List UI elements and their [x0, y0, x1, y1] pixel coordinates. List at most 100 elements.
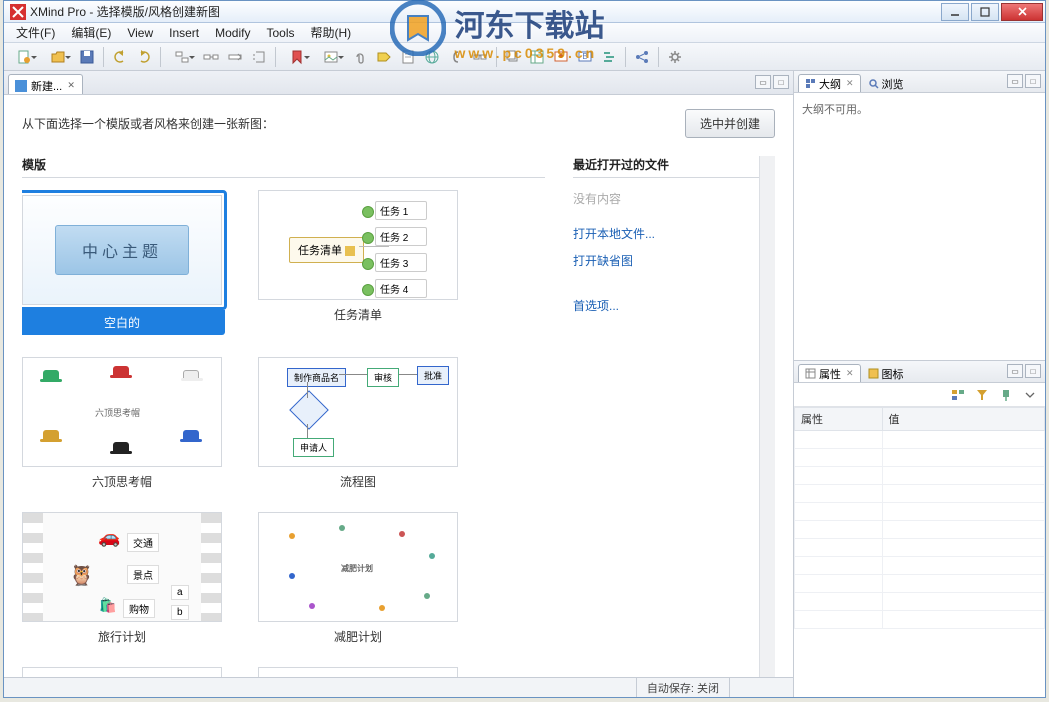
templates-section-title: 模版 [22, 156, 545, 178]
property-column: 属性 [795, 408, 883, 431]
editor-tab-strip: 新建... ✕ ▭ □ [4, 71, 793, 95]
hyperlink-button[interactable] [421, 46, 443, 68]
close-button[interactable] [1001, 3, 1043, 21]
summary-button[interactable] [445, 46, 467, 68]
template-blank[interactable]: 中心主题 空白的 [22, 190, 222, 335]
outline-unavailable-text: 大纲不可用。 [802, 104, 868, 116]
minimize-panel-button[interactable]: ▭ [1007, 364, 1023, 378]
sheet-button[interactable] [526, 46, 548, 68]
application-window: XMind Pro - 选择模版/风格创建新图 文件(F) 编辑(E) View… [3, 0, 1046, 698]
recent-section-title: 最近打开过的文件 [573, 156, 759, 178]
preferences-button[interactable] [664, 46, 686, 68]
outline-tabstrip: 大纲 ✕ 浏览 ▭ □ [794, 71, 1045, 93]
open-local-link[interactable]: 打开本地文件... [573, 225, 759, 242]
templates-grid: 中心主题 空白的 任务清单 任务 1 任务 2 任务 3 [22, 190, 545, 677]
template-label: 六顶思考帽 [92, 473, 152, 490]
menu-button[interactable] [1021, 386, 1039, 404]
owl-icon: 🦉 [69, 563, 94, 588]
tab-icons[interactable]: 图标 [861, 364, 911, 382]
preferences-link[interactable]: 首选项... [573, 297, 759, 314]
autosave-status: 自动保存: 关闭 [636, 678, 729, 697]
gantt-button[interactable] [598, 46, 620, 68]
menu-modify[interactable]: Modify [207, 24, 258, 42]
drill-down-button[interactable] [502, 46, 524, 68]
tab-browse[interactable]: 浏览 [861, 74, 911, 92]
toolbar: B [4, 43, 1045, 71]
close-icon[interactable]: ✕ [846, 368, 854, 379]
note-button[interactable] [397, 46, 419, 68]
tab-label: 新建... [31, 78, 62, 94]
minimize-panel-button[interactable]: ▭ [1007, 74, 1023, 88]
insert-subtopic-button[interactable] [200, 46, 222, 68]
insert-relationship-button[interactable] [224, 46, 246, 68]
tab-close-icon[interactable]: ✕ [66, 81, 76, 91]
brainstorm-button[interactable]: B [574, 46, 596, 68]
blank-center-topic: 中心主题 [55, 225, 189, 275]
maximize-panel-button[interactable]: □ [773, 75, 789, 89]
task-main: 任务清单 [289, 237, 364, 263]
statusbar: 自动保存: 关闭 [4, 677, 793, 697]
template-label: 减肥计划 [334, 628, 382, 645]
menubar: 文件(F) 编辑(E) View Insert Modify Tools 帮助(… [4, 23, 1045, 43]
menu-view[interactable]: View [119, 24, 161, 42]
template-label: 空白的 [22, 310, 225, 335]
maximize-panel-button[interactable]: □ [1025, 74, 1041, 88]
open-default-link[interactable]: 打开缺省图 [573, 252, 759, 269]
tab-new[interactable]: 新建... ✕ [8, 74, 83, 94]
insert-boundary-button[interactable] [248, 46, 270, 68]
template-task-list[interactable]: 任务清单 任务 1 任务 2 任务 3 任务 4 任务清单 [258, 190, 458, 335]
filter-button[interactable] [973, 386, 991, 404]
instruction-text: 从下面选择一个模版或者风格来创建一张新图： [22, 115, 685, 132]
recent-empty-text: 没有内容 [573, 190, 759, 207]
presentation-button[interactable] [550, 46, 572, 68]
close-icon[interactable]: ✕ [846, 78, 854, 89]
redo-button[interactable] [133, 46, 155, 68]
new-doc-icon [15, 80, 27, 92]
insert-topic-button[interactable] [166, 46, 198, 68]
marker-button[interactable] [281, 46, 313, 68]
value-column: 值 [882, 408, 1045, 431]
tab-outline[interactable]: 大纲 ✕ [798, 74, 861, 92]
template-more-2[interactable] [258, 667, 458, 677]
minimize-button[interactable] [941, 3, 969, 21]
car-icon: 🚗 [98, 527, 120, 548]
maximize-panel-button[interactable]: □ [1025, 364, 1041, 378]
tab-properties[interactable]: 属性 ✕ [798, 364, 861, 382]
new-workbook-panel: 从下面选择一个模版或者风格来创建一张新图： 选中并创建 模版 中心主题 空白的 [4, 95, 793, 677]
categories-button[interactable] [949, 386, 967, 404]
template-diet-plan[interactable]: 减肥计划 减肥计划 [258, 512, 458, 645]
new-file-button[interactable] [8, 46, 40, 68]
pin-button[interactable] [997, 386, 1015, 404]
template-trip-plan[interactable]: 🚗 🦉 🛍️ 交通 景点 购物 a b 旅行计划 [22, 512, 222, 645]
window-title: XMind Pro - 选择模版/风格创建新图 [30, 3, 220, 20]
menu-file[interactable]: 文件(F) [8, 22, 63, 43]
undo-button[interactable] [109, 46, 131, 68]
template-more-1[interactable] [22, 667, 222, 677]
titlebar[interactable]: XMind Pro - 选择模版/风格创建新图 [4, 1, 1045, 23]
properties-table: 属性值 [794, 407, 1045, 629]
menu-help[interactable]: 帮助(H) [303, 22, 360, 43]
share-button[interactable] [631, 46, 653, 68]
menu-edit[interactable]: 编辑(E) [63, 22, 119, 43]
template-label: 任务清单 [334, 306, 382, 323]
create-button[interactable]: 选中并创建 [685, 109, 775, 138]
template-six-hats[interactable]: 六顶思考帽 六顶思考帽 [22, 357, 222, 490]
maximize-button[interactable] [971, 3, 999, 21]
menu-tools[interactable]: Tools [258, 24, 302, 42]
template-label: 流程图 [340, 473, 376, 490]
template-flowchart[interactable]: 制作商品名 审核 批准 申请人 流程 [258, 357, 458, 490]
properties-toolbar [794, 383, 1045, 407]
open-file-button[interactable] [42, 46, 74, 68]
menu-insert[interactable]: Insert [161, 24, 207, 42]
bag-icon: 🛍️ [99, 597, 116, 614]
save-button[interactable] [76, 46, 98, 68]
outline-body: 大纲不可用。 [794, 93, 1045, 360]
properties-tabstrip: 属性 ✕ 图标 ▭ □ [794, 361, 1045, 383]
attachment-button[interactable] [349, 46, 371, 68]
label-button[interactable] [373, 46, 395, 68]
image-button[interactable] [315, 46, 347, 68]
link-topic-button[interactable] [469, 46, 491, 68]
template-label: 旅行计划 [98, 628, 146, 645]
minimize-panel-button[interactable]: ▭ [755, 75, 771, 89]
vertical-scrollbar[interactable] [759, 156, 775, 677]
